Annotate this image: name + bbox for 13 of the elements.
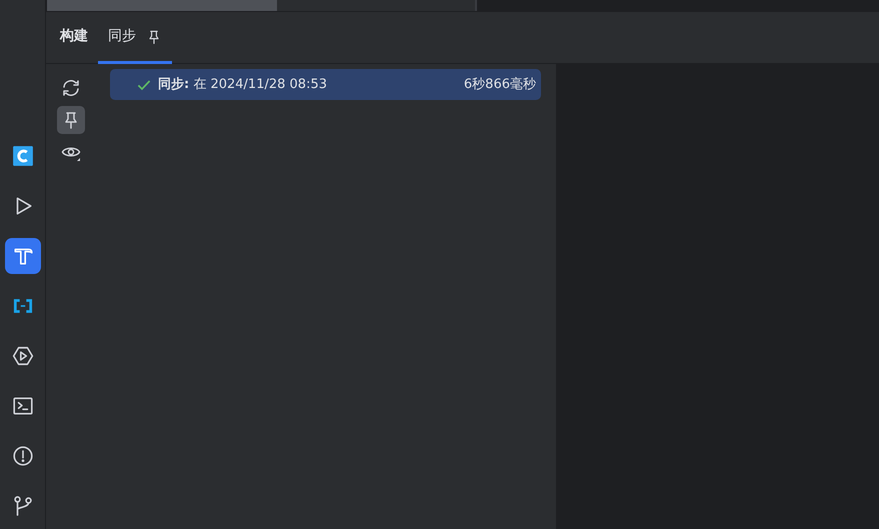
app-icon <box>12 145 34 167</box>
toolbar-button[interactable] <box>57 106 85 134</box>
panel-tab[interactable]: 同步 <box>98 12 172 64</box>
sync-icon <box>61 78 81 98</box>
panel-tab[interactable]: 构建 <box>50 12 98 64</box>
hexagon-play-icon <box>12 345 34 367</box>
tree-row[interactable]: 同步: 在 2024/11/28 08:53 6秒866毫秒 <box>110 69 541 100</box>
terminal-icon <box>12 395 34 417</box>
warning-icon <box>12 445 34 467</box>
branch-icon <box>12 495 34 517</box>
row-text: 同步: 在 2024/11/28 08:53 <box>158 76 327 94</box>
tool-window-button[interactable] <box>4 238 40 274</box>
duration-text: 6秒866毫秒 <box>464 76 536 94</box>
